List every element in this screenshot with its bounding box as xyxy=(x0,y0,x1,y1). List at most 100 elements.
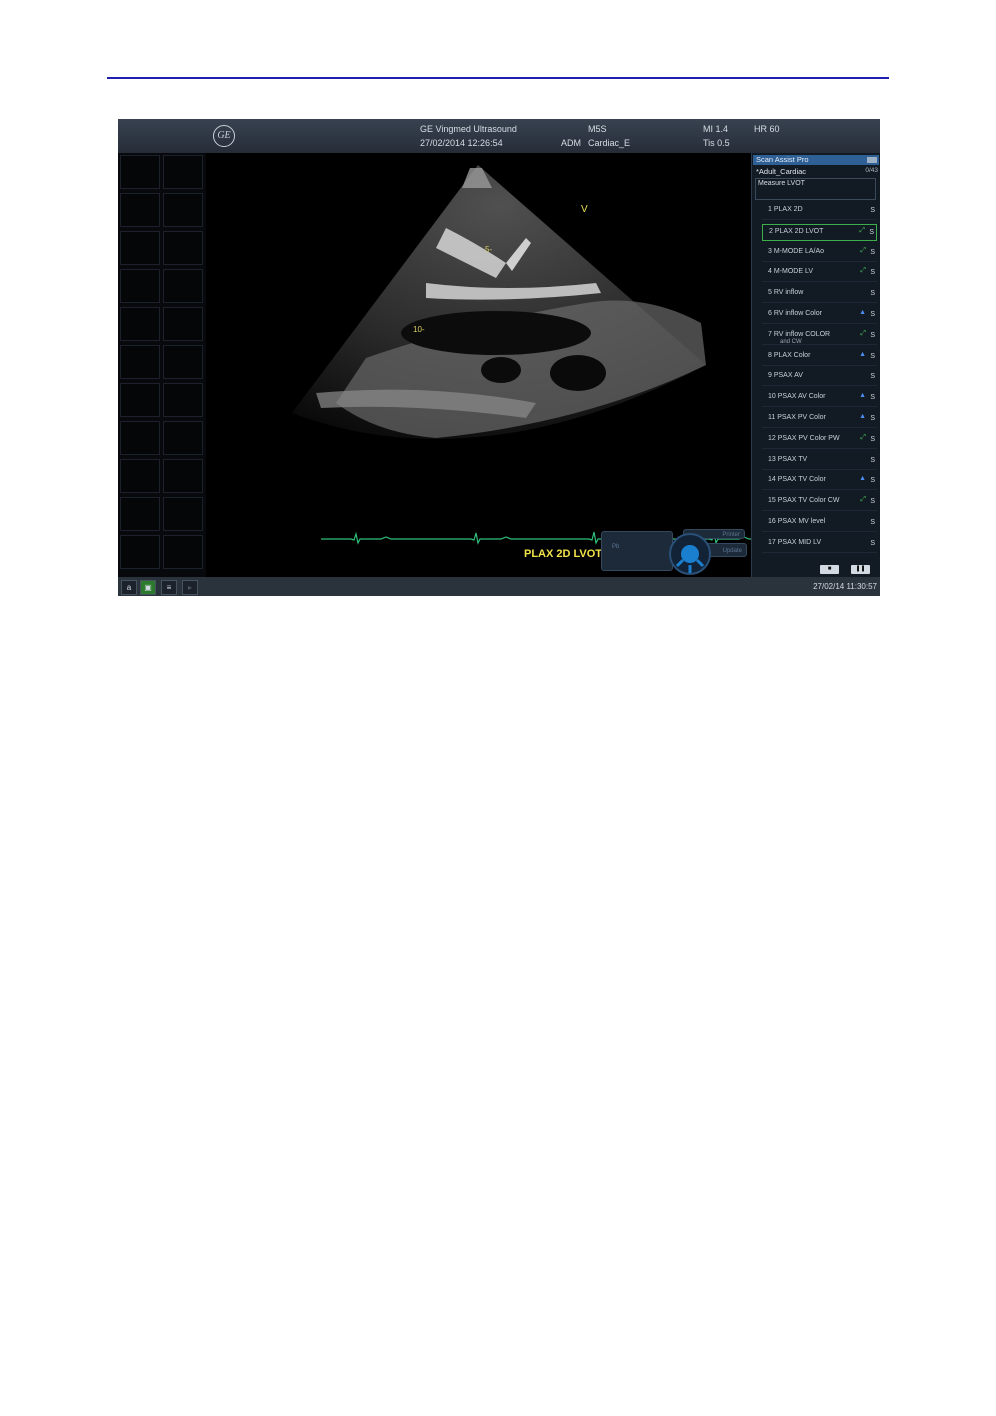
protocol-step-label: 11 PSAX PV Color xyxy=(768,414,826,421)
thumbnail[interactable] xyxy=(163,307,203,341)
pb-button[interactable]: Pb xyxy=(601,531,673,571)
play-button[interactable]: ▸ xyxy=(182,580,198,595)
protocol-step[interactable]: 11 PSAX PV Color ▲ S xyxy=(762,411,877,428)
step-status-s[interactable]: S xyxy=(870,498,875,505)
step-status-s[interactable]: S xyxy=(870,249,875,256)
thumbnail[interactable] xyxy=(120,345,160,379)
step-status-s[interactable]: S xyxy=(870,290,875,297)
protocol-step-label: 8 PLAX Color xyxy=(768,351,811,359)
protocol-step-label: 1 PLAX 2D xyxy=(768,206,803,213)
step-status-s[interactable]: S xyxy=(870,394,875,401)
protocol-step[interactable]: 9 PSAX AV S xyxy=(762,369,877,387)
protocol-step-label: 16 PSAX MV level xyxy=(768,518,826,525)
color-icon: ▲ xyxy=(859,413,866,420)
protocol-step-label: 15 PSAX TV Color CW xyxy=(768,497,840,505)
operator: ADM xyxy=(561,138,581,148)
thumbnail[interactable] xyxy=(163,269,203,303)
thumbnail[interactable] xyxy=(120,459,160,493)
step-status-s[interactable]: S xyxy=(870,415,875,422)
thumbnail[interactable] xyxy=(120,193,160,227)
thumbnail[interactable] xyxy=(163,155,203,189)
depth-marker-10: 10- xyxy=(413,325,425,334)
measure-icon: ⤢ xyxy=(860,496,866,504)
step-status-s[interactable]: S xyxy=(870,207,875,214)
thumbnail[interactable] xyxy=(120,155,160,189)
step-status-s[interactable]: S xyxy=(870,519,875,526)
pause-button[interactable]: ❚❚ xyxy=(851,565,870,574)
thumbnail[interactable] xyxy=(163,535,203,569)
protocol-step-label: 13 PSAX TV xyxy=(768,455,808,463)
keyboard-button[interactable]: a xyxy=(121,580,137,595)
protocol-step-label: 4 M-MODE LV xyxy=(768,268,813,276)
step-status-s[interactable]: S xyxy=(870,457,875,464)
step-status-s[interactable]: S xyxy=(870,373,875,380)
step-status-s[interactable]: S xyxy=(870,436,875,443)
measure-icon: ⤢ xyxy=(860,433,866,441)
minimize-icon[interactable] xyxy=(867,157,877,163)
protocol-step[interactable]: 6 RV inflow Color ▲ S xyxy=(762,307,877,324)
step-status-s[interactable]: S xyxy=(870,269,875,276)
protocol-step[interactable]: 17 PSAX MID LV S xyxy=(762,536,877,553)
header-hr: HR 60 xyxy=(754,124,780,134)
protocol-step[interactable]: 16 PSAX MV level S xyxy=(762,515,877,532)
thumbnail[interactable] xyxy=(163,421,203,455)
mi-value: MI 1.4 xyxy=(703,124,729,134)
status-bar: a ▣ ≡ ▸ 27/02/14 11:30:57 xyxy=(118,577,880,596)
thumbnail[interactable] xyxy=(163,459,203,493)
measure-icon: ⤢ xyxy=(860,329,866,337)
thumbnail[interactable] xyxy=(120,497,160,531)
protocol-step[interactable]: 5 RV inflow S xyxy=(762,286,877,304)
step-status-s[interactable]: S xyxy=(869,229,874,236)
status-datetime: 27/02/14 11:30:57 xyxy=(813,582,877,591)
protocol-step[interactable]: 7 RV inflow COLOR and CW ⤢ S xyxy=(762,328,877,345)
archive-button[interactable]: ▣ xyxy=(140,580,156,595)
measure-icon: ⤢ xyxy=(860,246,866,254)
color-icon: ▲ xyxy=(859,392,866,400)
view-label: PLAX 2D LVOT xyxy=(524,548,603,560)
step-status-s[interactable]: S xyxy=(870,540,875,547)
protocol-step[interactable]: 12 PSAX PV Color PW ⤢ S xyxy=(762,432,877,449)
thumbnail[interactable] xyxy=(120,535,160,569)
thumbnail[interactable] xyxy=(163,497,203,531)
thumbnail[interactable] xyxy=(120,231,160,265)
tis-value: Tis 0.5 xyxy=(703,138,730,148)
step-status-s[interactable]: S xyxy=(870,353,875,360)
protocol-step[interactable]: 10 PSAX AV Color ▲ S xyxy=(762,390,877,408)
protocol-step[interactable]: 1 PLAX 2D S xyxy=(762,203,877,220)
step-status-s[interactable]: S xyxy=(870,477,875,484)
menu-button[interactable]: ≡ xyxy=(161,580,177,595)
protocol-step-label: 2 PLAX 2D LVOT xyxy=(769,227,824,235)
color-icon: ▲ xyxy=(859,475,866,483)
stop-button[interactable]: ■ xyxy=(820,565,839,574)
exam-datetime: 27/02/2014 12:26:54 xyxy=(420,138,503,148)
protocol-step[interactable]: 14 PSAX TV Color ▲ S xyxy=(762,473,877,491)
thumbnail[interactable] xyxy=(163,383,203,417)
ultrasound-image-area[interactable]: V 5- 10- PLAX 2D LVOT 60 HR Pb Printer U… xyxy=(206,153,835,577)
color-icon: ▲ xyxy=(859,350,866,358)
protocol-step[interactable]: 13 PSAX TV S xyxy=(762,453,877,470)
thumbnail[interactable] xyxy=(163,231,203,265)
protocol-step-label: 17 PSAX MID LV xyxy=(768,538,822,546)
protocol-step[interactable]: 8 PLAX Color ▲ S xyxy=(762,349,877,366)
protocol-step[interactable]: 15 PSAX TV Color CW ⤢ S xyxy=(762,494,877,512)
protocol-step-label: 3 M-MODE LA/Ao xyxy=(768,247,825,255)
clipboard-thumbnails xyxy=(118,153,206,577)
thumbnail[interactable] xyxy=(120,307,160,341)
current-step-label: Measure LVOT xyxy=(758,180,805,187)
protocol-step-label: 5 RV inflow xyxy=(768,289,804,297)
step-status-s[interactable]: S xyxy=(870,311,875,318)
scan-assist-panel: Scan Assist Pro *Adult_Cardiac 0/43 Meas… xyxy=(751,153,880,577)
step-status-s[interactable]: S xyxy=(870,332,875,339)
protocol-step[interactable]: 3 M-MODE LA/Ao ⤢ S xyxy=(762,245,877,262)
trackball-icon[interactable] xyxy=(667,531,713,577)
protocol-step[interactable]: 2 PLAX 2D LVOT ⤢ S xyxy=(762,223,877,241)
page-top-rule xyxy=(107,77,889,79)
protocol-step-label: 14 PSAX TV Color xyxy=(768,476,826,484)
thumbnail[interactable] xyxy=(120,269,160,303)
thumbnail[interactable] xyxy=(163,345,203,379)
protocol-step[interactable]: 4 M-MODE LV ⤢ S xyxy=(762,265,877,283)
protocol-step-label: 7 RV inflow COLOR xyxy=(768,330,831,338)
thumbnail[interactable] xyxy=(163,193,203,227)
thumbnail[interactable] xyxy=(120,383,160,417)
thumbnail[interactable] xyxy=(120,421,160,455)
